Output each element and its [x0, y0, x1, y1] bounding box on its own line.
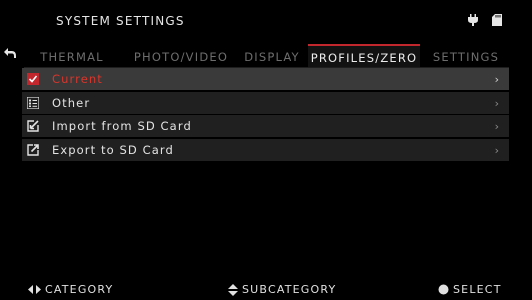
page-title: SYSTEM SETTINGS	[56, 14, 185, 28]
category-tabs: THERMAL PHOTO/VIDEO DISPLAY PROFILES/ZER…	[24, 44, 509, 68]
chevron-right-icon: ›	[494, 143, 499, 157]
circle-button-icon	[438, 284, 449, 295]
tab-display[interactable]: DISPLAY	[236, 44, 308, 66]
checkbox-icon	[27, 73, 39, 85]
menu-item-label: Export to SD Card	[52, 142, 174, 157]
chevron-right-icon: ›	[494, 96, 499, 110]
import-icon	[27, 120, 39, 132]
back-arrow-icon[interactable]	[3, 45, 19, 61]
hint-category-label: CATEGORY	[45, 283, 114, 296]
hint-select-label: SELECT	[453, 283, 502, 296]
tab-photo-video[interactable]: PHOTO/VIDEO	[131, 44, 231, 66]
tab-thermal[interactable]: THERMAL	[32, 44, 112, 66]
sd-card-icon	[492, 14, 502, 26]
chevron-right-icon: ›	[494, 120, 499, 133]
control-hints: CATEGORY SUBCATEGORY SELECT	[0, 283, 532, 297]
menu-item-label: Import from SD Card	[52, 119, 192, 133]
menu-item-other[interactable]: Other ›	[22, 91, 509, 114]
menu-item-current[interactable]: Current ›	[22, 68, 509, 90]
menu-item-export[interactable]: Export to SD Card ›	[22, 138, 509, 161]
plug-icon	[468, 14, 478, 26]
menu-item-label: Current	[52, 72, 103, 86]
tab-profiles-zero[interactable]: PROFILES/ZERO	[308, 44, 420, 68]
status-icons	[468, 14, 502, 26]
chevron-right-icon: ›	[494, 73, 499, 86]
list-icon	[27, 96, 39, 109]
left-right-arrows-icon	[28, 285, 41, 294]
hint-category: CATEGORY	[28, 283, 113, 296]
export-icon	[27, 143, 39, 156]
up-down-arrows-icon	[228, 283, 238, 296]
hint-subcategory-label: SUBCATEGORY	[242, 283, 337, 296]
menu-item-import[interactable]: Import from SD Card ›	[22, 115, 509, 137]
submenu-list: Current › Other › Import from SD Card › …	[22, 68, 509, 162]
hint-select: SELECT	[438, 283, 502, 296]
hint-subcategory: SUBCATEGORY	[228, 283, 336, 296]
menu-item-label: Other	[52, 95, 91, 110]
tab-settings[interactable]: SETTINGS	[428, 44, 504, 66]
